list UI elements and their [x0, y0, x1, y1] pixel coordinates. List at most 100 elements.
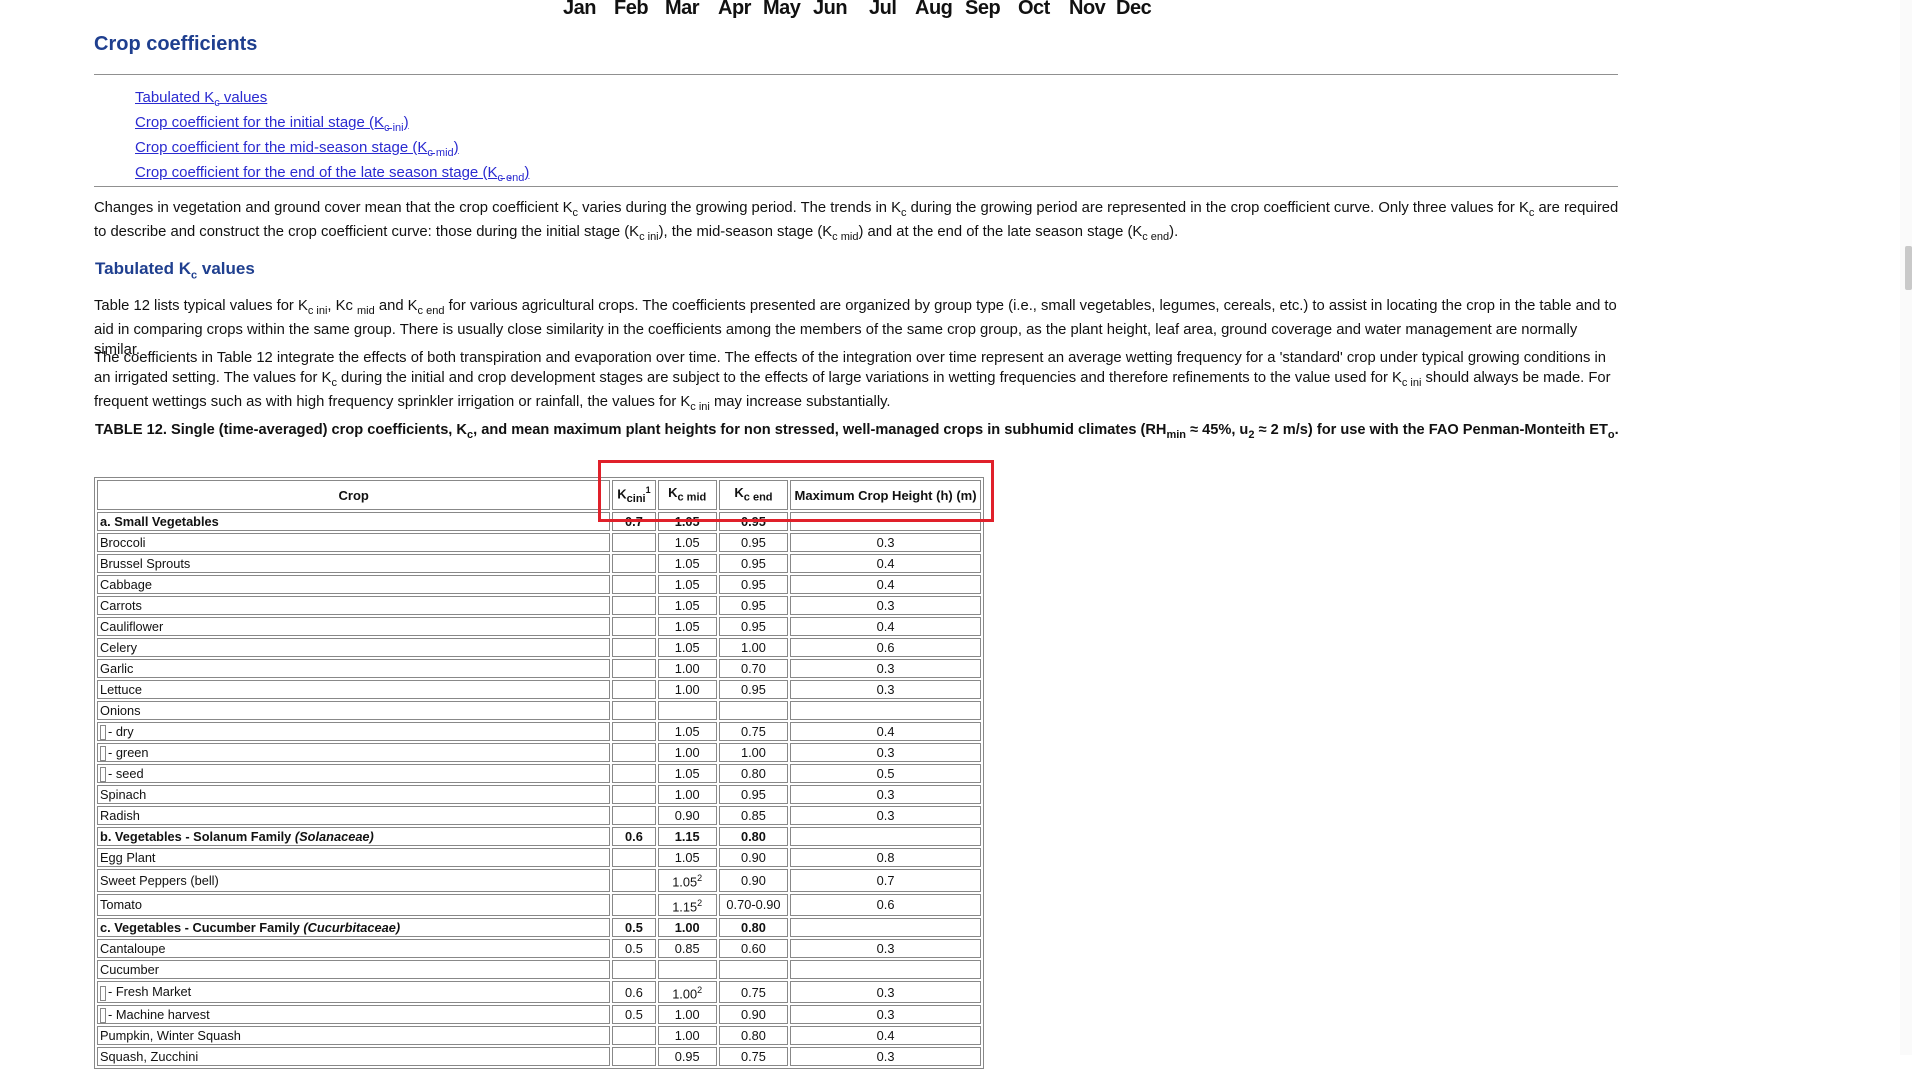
cell-kc-ini — [612, 764, 656, 784]
cell-kc-end: 0.80 — [718, 827, 789, 847]
cell-kc-ini — [612, 617, 656, 636]
cell-kc-mid: 1.05 — [657, 512, 717, 531]
cell-kc-ini — [612, 743, 656, 763]
cell-kc-ini: 0.6 — [612, 980, 656, 1004]
paragraph-integration: The coefficients in Table 12 integrate t… — [94, 350, 1611, 413]
table-row: - seed 1.05 0.80 0.5 — [97, 764, 981, 784]
cell-kc-end: 0.75 — [718, 722, 789, 742]
table-row: Cantaloupe 0.5 0.85 0.60 0.3 — [97, 938, 981, 958]
toc-link[interactable]: Crop coefficient for the mid-season stag… — [135, 138, 529, 163]
cell-crop: - dry — [97, 722, 611, 742]
table-row: Lettuce 1.00 0.95 0.3 — [97, 680, 981, 699]
cell-max-height: 0.4 — [790, 554, 981, 573]
table-group-row: c. Vegetables - Cucumber Family (Cucurbi… — [97, 917, 981, 937]
month-label: May — [763, 0, 801, 19]
indent-marker — [100, 1008, 106, 1024]
section-heading-tabulated-kc: Tabulated Kc values — [95, 259, 255, 282]
toc-link[interactable]: Tabulated Kc values — [135, 88, 529, 113]
cell-kc-end: 0.95 — [718, 680, 789, 699]
cell-kc-end: 0.75 — [718, 1047, 789, 1067]
cell-max-height: 0.8 — [790, 848, 981, 868]
table-row: Onions — [97, 701, 981, 720]
table-row: - Machine harvest 0.5 1.00 0.90 0.3 — [97, 1005, 981, 1025]
month-label: Jul — [869, 0, 897, 19]
cell-max-height: 0.4 — [790, 617, 981, 636]
cell-max-height: 0.3 — [790, 743, 981, 763]
cell-kc-ini: 0.5 — [612, 938, 656, 958]
cell-kc-mid: 1.152 — [657, 893, 717, 916]
cell-kc-end — [718, 959, 789, 979]
cell-max-height: 0.3 — [790, 533, 981, 552]
toc-link[interactable]: Crop coefficient for the initial stage (… — [135, 113, 529, 138]
cell-crop: Spinach — [97, 785, 611, 805]
cell-kc-end: 0.80 — [718, 917, 789, 937]
header-kc-mid: Kc mid — [657, 480, 717, 510]
month-label: Sep — [965, 0, 1001, 19]
toc-link[interactable]: Crop coefficient for the end of the late… — [135, 163, 529, 188]
cell-crop: Cauliflower — [97, 617, 611, 636]
vertical-scrollbar[interactable] — [1900, 0, 1912, 1055]
table-row: Garlic 1.00 0.70 0.3 — [97, 659, 981, 678]
cell-kc-mid: 1.05 — [657, 764, 717, 784]
cell-kc-end: 0.70-0.90 — [718, 893, 789, 916]
cell-kc-ini — [612, 575, 656, 594]
indent-marker — [100, 746, 106, 762]
cell-crop: Celery — [97, 638, 611, 657]
cell-kc-end: 0.60 — [718, 938, 789, 958]
cell-kc-end: 0.75 — [718, 980, 789, 1004]
cell-crop: Broccoli — [97, 533, 611, 552]
page-title: Crop coefficients — [94, 33, 258, 55]
table-row: Celery 1.05 1.00 0.6 — [97, 638, 981, 657]
cell-crop: b. Vegetables - Solanum Family (Solanace… — [97, 827, 611, 847]
table-row: Tomato 1.152 0.70-0.90 0.6 — [97, 893, 981, 916]
table-caption: TABLE 12. Single (time-averaged) crop co… — [95, 422, 1619, 441]
cell-max-height: 0.6 — [790, 638, 981, 657]
cell-crop: Sweet Peppers (bell) — [97, 869, 611, 892]
table-of-contents: Tabulated Kc values Crop coefficient for … — [135, 88, 529, 188]
indent-marker — [100, 985, 106, 1001]
cell-crop: Squash, Zucchini — [97, 1047, 611, 1067]
table-row: Cabbage 1.05 0.95 0.4 — [97, 575, 981, 594]
cell-kc-end: 0.90 — [718, 848, 789, 868]
cell-max-height — [790, 917, 981, 937]
cell-crop: Radish — [97, 806, 611, 826]
cell-kc-ini — [612, 533, 656, 552]
cell-crop: Brussel Sprouts — [97, 554, 611, 573]
cell-kc-mid: 0.95 — [657, 1047, 717, 1067]
cell-max-height: 0.7 — [790, 869, 981, 892]
cell-kc-ini — [612, 785, 656, 805]
cell-kc-mid: 1.05 — [657, 617, 717, 636]
cell-kc-ini — [612, 554, 656, 573]
cell-crop: Cantaloupe — [97, 938, 611, 958]
table-group-row: a. Small Vegetables 0.7 1.05 0.95 — [97, 512, 981, 531]
month-label: Jan — [563, 0, 596, 19]
cell-kc-mid: 1.002 — [657, 980, 717, 1004]
cell-max-height: 0.4 — [790, 1026, 981, 1046]
cell-max-height: 0.3 — [790, 806, 981, 826]
cell-crop: - green — [97, 743, 611, 763]
cell-kc-mid: 1.00 — [657, 659, 717, 678]
cell-kc-mid: 1.05 — [657, 554, 717, 573]
cell-max-height — [790, 959, 981, 979]
scrollbar-thumb[interactable] — [1905, 246, 1912, 290]
cell-max-height: 0.4 — [790, 575, 981, 594]
intro-paragraph: Changes in vegetation and ground cover m… — [94, 200, 1619, 244]
cell-crop: c. Vegetables - Cucumber Family (Cucurbi… — [97, 917, 611, 937]
cell-crop: a. Small Vegetables — [97, 512, 611, 531]
cell-crop: - Machine harvest — [97, 1005, 611, 1025]
cell-kc-end — [718, 701, 789, 720]
cell-max-height: 0.3 — [790, 785, 981, 805]
table-row: Radish 0.90 0.85 0.3 — [97, 806, 981, 826]
cell-kc-mid: 1.05 — [657, 596, 717, 615]
cell-kc-ini — [612, 1047, 656, 1067]
cell-kc-end: 0.95 — [718, 785, 789, 805]
cell-kc-mid: 0.90 — [657, 806, 717, 826]
cell-max-height — [790, 701, 981, 720]
cell-kc-end: 0.90 — [718, 869, 789, 892]
table-row: Spinach 1.00 0.95 0.3 — [97, 785, 981, 805]
cell-kc-mid: 1.05 — [657, 848, 717, 868]
cell-crop: Garlic — [97, 659, 611, 678]
cell-max-height: 0.3 — [790, 980, 981, 1004]
month-label: Dec — [1116, 0, 1152, 19]
month-label: Mar — [665, 0, 700, 19]
